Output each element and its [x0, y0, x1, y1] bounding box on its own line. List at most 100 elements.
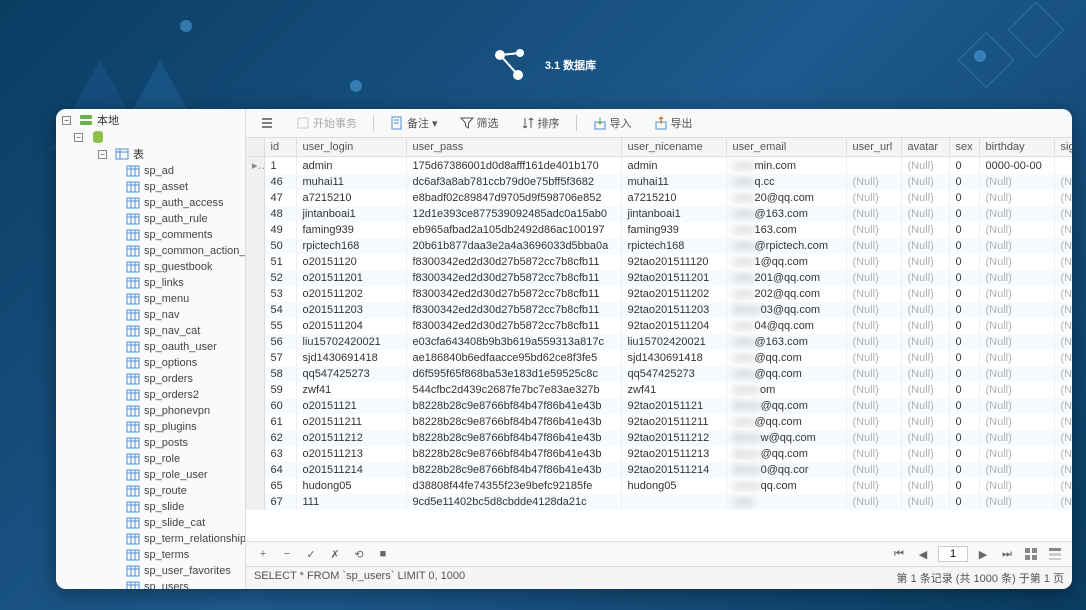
cell[interactable]: 0 [949, 302, 979, 318]
column-header[interactable]: sex [949, 138, 979, 157]
cell[interactable]: 92tao201511203 [621, 302, 726, 318]
cell[interactable] [246, 398, 264, 414]
table-row[interactable]: 63o201511213b8228b28c9e8766bf84b47f86b41… [246, 446, 1072, 462]
cell[interactable]: 49 [264, 222, 296, 238]
cell[interactable]: 20b61b877daa3e2a4a3696033d5bba0a [406, 238, 621, 254]
cell[interactable]: (Null) [979, 222, 1054, 238]
cell[interactable]: b8228b28c9e8766bf84b47f86b41e43b [406, 462, 621, 478]
cell[interactable]: (Null) [846, 462, 901, 478]
export-button[interactable]: 导出 [648, 113, 699, 133]
expand-icon[interactable]: − [74, 133, 83, 142]
cell[interactable]: (Null) [979, 398, 1054, 414]
cell[interactable]: 53 [264, 286, 296, 302]
table-node[interactable]: sp_role [56, 451, 245, 467]
cell[interactable]: xxxx@qq.com [726, 366, 846, 382]
cell[interactable]: xxxx1@qq.com [726, 254, 846, 270]
cell[interactable]: f8300342ed2d30d27b5872cc7b8cfb11 [406, 286, 621, 302]
cell[interactable]: 3xxxx03@qq.com [726, 302, 846, 318]
cell[interactable]: (Null) [846, 206, 901, 222]
cell[interactable]: 0 [949, 270, 979, 286]
table-row[interactable]: 60o20151121b8228b28c9e8766bf84b47f86b41e… [246, 398, 1072, 414]
cell[interactable]: zwf41 [296, 382, 406, 398]
cell[interactable]: xxxx201@qq.com [726, 270, 846, 286]
cell[interactable]: 0 [949, 414, 979, 430]
cell[interactable]: (Null) [979, 318, 1054, 334]
cell[interactable]: 9cd5e11402bc5d8cbdde4128da21c [406, 494, 621, 510]
cell[interactable] [246, 350, 264, 366]
table-row[interactable]: ▸1admin175d67386001d0d8afff161de401b170a… [246, 157, 1072, 175]
cell[interactable]: xxxx04@qq.com [726, 318, 846, 334]
table-row[interactable]: 52o201511201f8300342ed2d30d27b5872cc7b8c… [246, 270, 1072, 286]
cell[interactable]: d6f595f65f868ba53e183d1e59525c8c [406, 366, 621, 382]
cell[interactable]: (Null) [846, 302, 901, 318]
cell[interactable]: b8228b28c9e8766bf84b47f86b41e43b [406, 446, 621, 462]
cell[interactable]: (Nu [1054, 302, 1072, 318]
cell[interactable]: rpictech168 [296, 238, 406, 254]
cell[interactable]: (Null) [846, 494, 901, 510]
cell[interactable]: xxxx@163.com [726, 206, 846, 222]
cell[interactable]: (Null) [846, 270, 901, 286]
cell[interactable]: admin [621, 157, 726, 175]
cell[interactable]: 92tao201511201 [621, 270, 726, 286]
cell[interactable]: (Null) [901, 494, 949, 510]
cell[interactable]: qq547425273 [296, 366, 406, 382]
table-node[interactable]: sp_asset [56, 179, 245, 195]
table-node[interactable]: sp_orders2 [56, 387, 245, 403]
cell[interactable]: (Null) [846, 318, 901, 334]
cell[interactable]: f8300342ed2d30d27b5872cc7b8cfb11 [406, 302, 621, 318]
cell[interactable]: 52 [264, 270, 296, 286]
cell[interactable]: 9xxxxw@qq.com [726, 430, 846, 446]
cell[interactable]: (Null) [846, 414, 901, 430]
cell[interactable]: xxxxmin.com [726, 157, 846, 175]
cell[interactable]: (Null) [846, 478, 901, 494]
sort-button[interactable]: 排序 [515, 113, 566, 133]
cell[interactable]: (Null) [979, 174, 1054, 190]
cell[interactable]: (Null) [901, 157, 949, 175]
cell[interactable]: (Null) [979, 462, 1054, 478]
cell[interactable]: a7215210 [621, 190, 726, 206]
cell[interactable]: (Null) [901, 382, 949, 398]
cell[interactable]: 65 [264, 478, 296, 494]
cell[interactable]: sjd1430691418 [621, 350, 726, 366]
cell[interactable]: (Nu [1054, 430, 1072, 446]
cell[interactable]: admin [296, 157, 406, 175]
cell[interactable]: (Nu [1054, 286, 1072, 302]
cell[interactable] [246, 366, 264, 382]
cell[interactable]: (Null) [901, 222, 949, 238]
table-node[interactable]: sp_auth_rule [56, 211, 245, 227]
cell[interactable]: muhai11 [621, 174, 726, 190]
cell[interactable]: b8228b28c9e8766bf84b47f86b41e43b [406, 430, 621, 446]
cell[interactable]: b8228b28c9e8766bf84b47f86b41e43b [406, 398, 621, 414]
cell[interactable]: (Null) [901, 286, 949, 302]
table-node[interactable]: sp_users [56, 579, 245, 589]
column-header[interactable] [246, 138, 264, 157]
cell[interactable]: dc6af3a8ab781ccb79d0e75bff5f3682 [406, 174, 621, 190]
table-node[interactable]: sp_slide_cat [56, 515, 245, 531]
cell[interactable]: zxxxxom [726, 382, 846, 398]
table-node[interactable]: sp_nav [56, 307, 245, 323]
cell[interactable]: 92tao201511213 [621, 446, 726, 462]
cell[interactable] [246, 430, 264, 446]
cell[interactable]: ae186840b6edfaacce95bd62ce8f3fe5 [406, 350, 621, 366]
table-row[interactable]: 50rpictech16820b61b877daa3e2a4a3696033d5… [246, 238, 1072, 254]
cell[interactable]: (Null) [979, 270, 1054, 286]
table-row[interactable]: 58qq547425273d6f595f65f868ba53e183d1e595… [246, 366, 1072, 382]
cell[interactable]: 544cfbc2d439c2687fe7bc7e83ae327b [406, 382, 621, 398]
cell[interactable]: (Null) [846, 238, 901, 254]
column-header[interactable]: user_login [296, 138, 406, 157]
cell[interactable]: o201511202 [296, 286, 406, 302]
cell[interactable]: 92tao201511120 [621, 254, 726, 270]
cell[interactable]: (Nu [1054, 414, 1072, 430]
cell[interactable]: xxxx20@qq.com [726, 190, 846, 206]
cell[interactable]: o201511213 [296, 446, 406, 462]
cell[interactable]: (Null) [901, 398, 949, 414]
table-node[interactable]: sp_phonevpn [56, 403, 245, 419]
cell[interactable]: hudong05 [621, 478, 726, 494]
cell[interactable]: jintanboai1 [296, 206, 406, 222]
cell[interactable]: xxxx@qq.com [726, 414, 846, 430]
cell[interactable]: (Nu [1054, 478, 1072, 494]
cell[interactable]: 0 [949, 238, 979, 254]
cell[interactable]: (Null) [846, 382, 901, 398]
cell[interactable]: 0 [949, 286, 979, 302]
cell[interactable]: xxxxq.cc [726, 174, 846, 190]
